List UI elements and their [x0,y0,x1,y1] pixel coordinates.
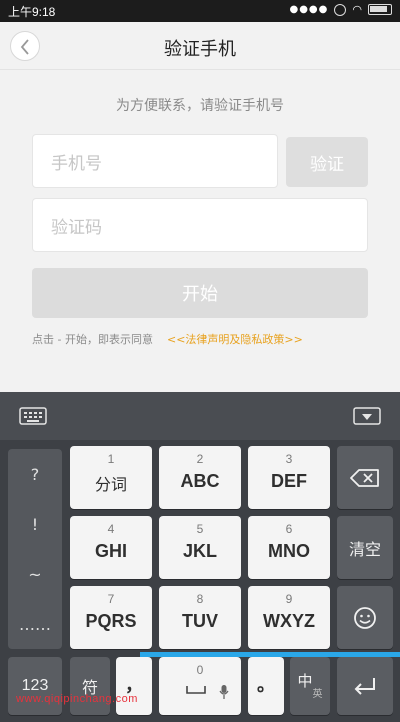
clear-key[interactable]: 清空 [337,516,393,579]
comma-key[interactable]: ， [116,657,152,715]
status-icons: ●●●● ◠ [289,3,392,16]
side-key-exclaim[interactable]: ! [8,499,62,549]
backspace-icon [350,468,379,487]
key-2[interactable]: 2 ABC [159,446,241,509]
key-number: 3 [285,452,293,466]
signal-icon: ●●●● [289,4,329,15]
key-label: ABC [180,471,220,491]
status-time: 上午9:18 [8,5,56,19]
code-input[interactable]: 验证码 [32,198,368,252]
key-number: 9 [285,592,293,606]
subtitle-text: 为方便联系，请验证手机号 [116,98,284,114]
symbol-key[interactable]: 符 [70,657,110,715]
wifi-icon: ◠ [352,3,362,16]
key-6[interactable]: 6 MNO [248,516,330,579]
key-5[interactable]: 5 JKL [159,516,241,579]
side-key-tilde[interactable]: ~ [8,549,62,599]
key-label: 分词 [94,475,127,494]
agree-text: 点击 - 开始，即表示同意 [32,333,153,346]
status-bar: 上午9:18 ●●●● ◠ [0,0,400,22]
battery-icon [368,4,392,15]
smiley-icon [354,606,376,629]
symbol-column[interactable]: ? ! ~ …… [8,449,62,649]
key-label: JKL [182,541,217,561]
key-label: 。 [257,675,275,695]
policy-link[interactable]: <<法律声明及隐私政策>> [167,331,303,347]
key-label: GHI [94,541,127,561]
backspace-key[interactable] [337,446,393,509]
side-key-question[interactable]: ? [8,449,62,499]
nav-header: 验证手机 [0,22,400,70]
key-number: 6 [285,522,293,536]
code-placeholder: 验证码 [51,217,102,238]
key-8[interactable]: 8 TUV [159,586,241,649]
language-key[interactable]: 中 英 [290,657,330,715]
key-1[interactable]: 1 分词 [70,446,152,509]
highlight-bar [140,652,400,657]
lang-sub-label: 英 [312,688,323,700]
key-label: WXYZ [263,611,315,631]
space-icon [186,686,206,694]
key-label: PQRS [85,611,137,631]
period-key[interactable]: 。 [248,657,284,715]
page-title: 验证手机 [164,39,236,60]
key-number: 7 [107,592,115,606]
verify-button[interactable]: 验证 [286,137,368,187]
phone-placeholder: 手机号 [51,153,102,174]
key-number: 4 [107,522,115,536]
side-key-ellipsis[interactable]: …… [8,599,62,649]
key-7[interactable]: 7 PQRS [70,586,152,649]
key-4[interactable]: 4 GHI [70,516,152,579]
enter-key[interactable] [337,657,393,715]
key-number: 0 [196,663,204,677]
key-number: 1 [107,452,115,466]
key-number: 8 [196,592,204,606]
key-label: MNO [268,541,310,561]
hide-keyboard-icon[interactable] [353,407,381,425]
key-9[interactable]: 9 WXYZ [248,586,330,649]
key-3[interactable]: 3 DEF [248,446,330,509]
enter-icon [354,678,375,695]
keyboard-icon[interactable] [19,407,47,425]
start-button[interactable]: 开始 [32,268,368,318]
space-key[interactable]: 0 [159,657,241,715]
phone-input[interactable]: 手机号 [32,134,278,188]
numeric-key[interactable]: 123 [8,657,62,715]
keyboard-toolbar [0,392,400,440]
key-number: 5 [196,522,204,536]
lang-main-label: 中 [297,671,313,690]
microphone-icon [219,685,229,699]
emoji-key[interactable] [337,586,393,649]
key-label: DEF [271,471,307,491]
watermark-text: www.qiqipinchang.com [16,693,138,705]
key-label: TUV [182,611,218,631]
alarm-icon [334,3,347,16]
key-number: 2 [196,452,204,466]
